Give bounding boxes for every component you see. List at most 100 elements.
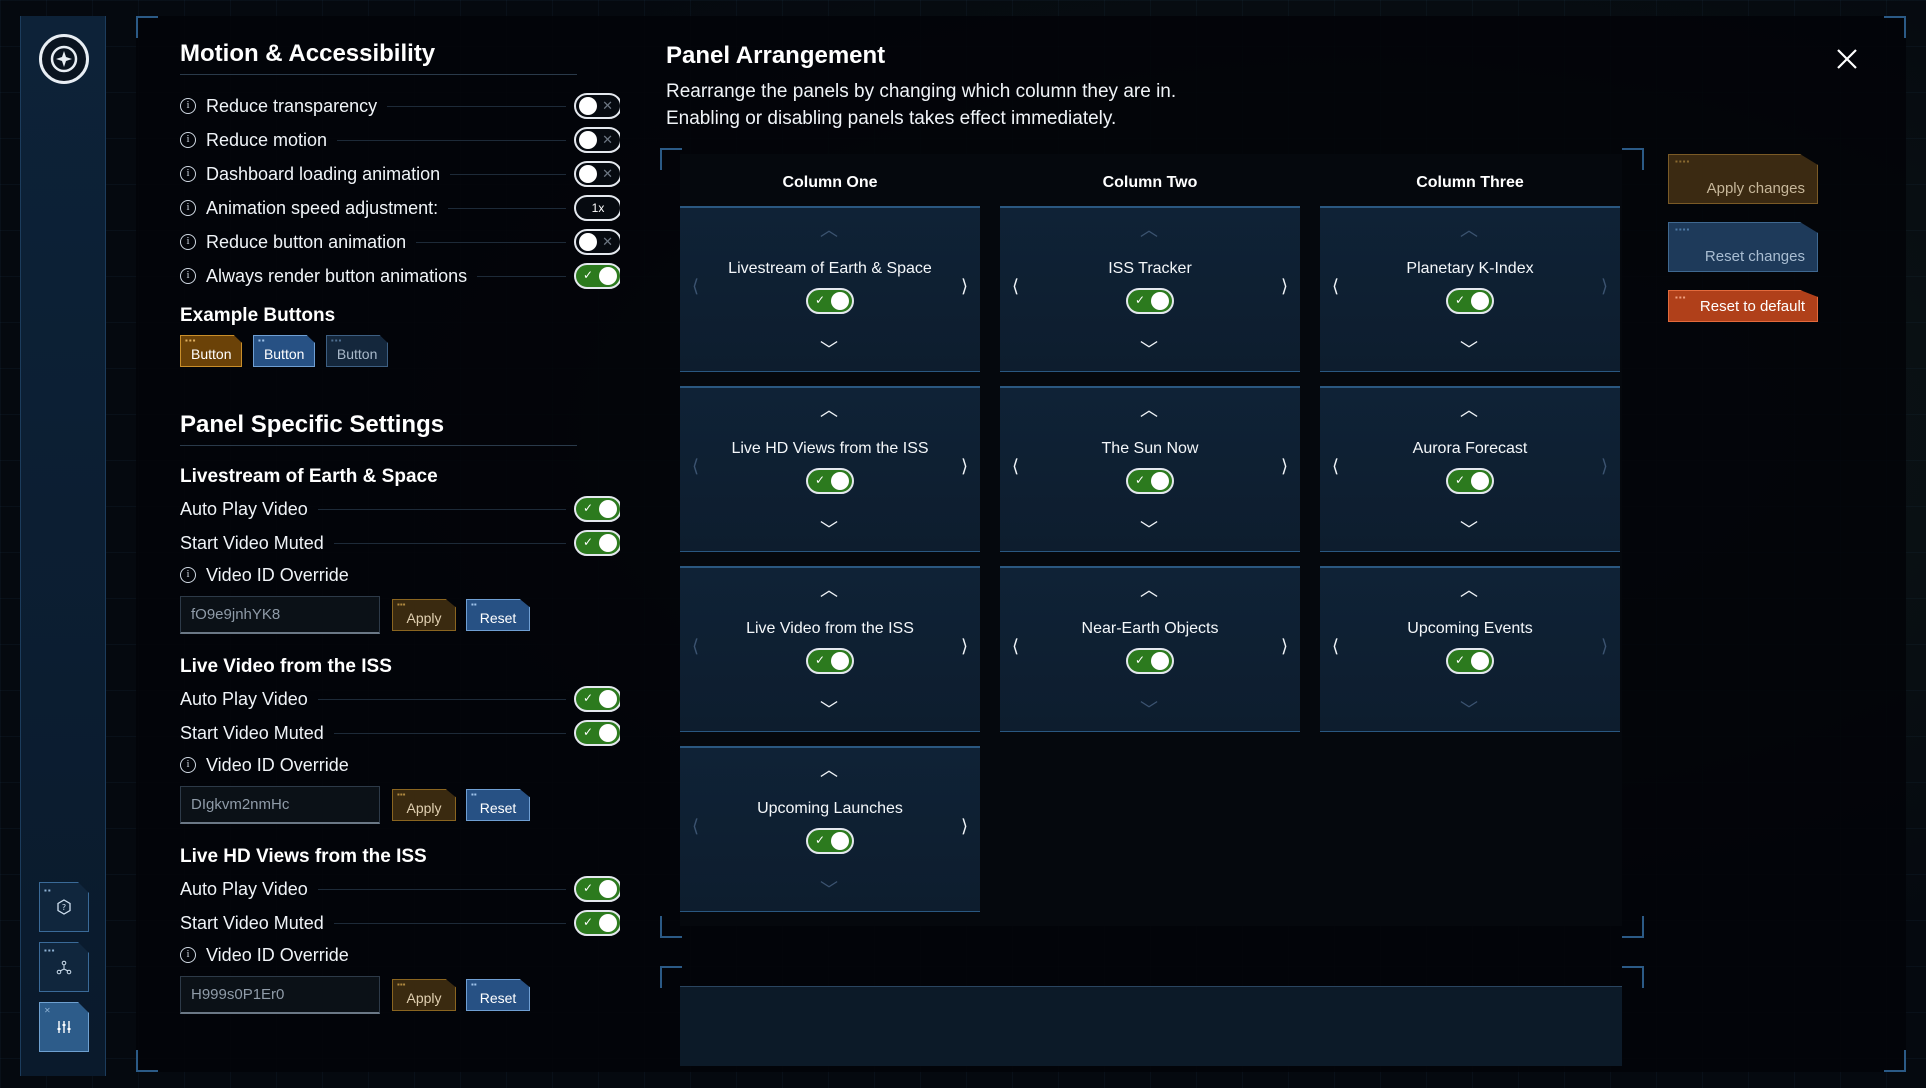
panel-enabled-toggle[interactable]: ✓ xyxy=(806,648,854,674)
panel-card-upcoming-events[interactable]: ︿ ⟨ ⟩ Upcoming Events ✓ ﹀ xyxy=(1320,566,1620,732)
info-icon[interactable]: i xyxy=(180,166,196,182)
info-icon[interactable]: i xyxy=(180,947,196,963)
move-right-icon[interactable]: ⟩ xyxy=(1281,276,1288,297)
network-button[interactable]: ▪▪▪ xyxy=(39,942,89,992)
apply-button[interactable]: ▪▪▪ Apply xyxy=(392,789,456,821)
reset-button[interactable]: ▪▪ Reset xyxy=(466,789,530,821)
info-icon[interactable]: i xyxy=(180,757,196,773)
move-down-icon[interactable]: ﹀ xyxy=(1460,336,1478,362)
panel-card-aurora-forecast[interactable]: ︿ ⟨ ⟩ Aurora Forecast ✓ ﹀ xyxy=(1320,386,1620,552)
move-up-icon[interactable]: ︿ xyxy=(1140,576,1158,602)
panel-enabled-toggle[interactable]: ✓ xyxy=(1126,468,1174,494)
move-right-icon[interactable]: ⟩ xyxy=(961,816,968,837)
panel-card-live-video-iss[interactable]: ︿ ⟨ ⟩ Live Video from the ISS ✓ ﹀ xyxy=(680,566,980,732)
panel-enabled-toggle[interactable]: ✓ xyxy=(1126,648,1174,674)
auto-play-toggle[interactable]: ✓ xyxy=(574,876,620,902)
toggle-knob xyxy=(831,472,849,490)
reset-button[interactable]: ▪▪ Reset xyxy=(466,979,530,1011)
panel-card-planetary-k-index[interactable]: ︿ ⟨ ⟩ Planetary K-Index ✓ ﹀ xyxy=(1320,206,1620,372)
video-id-input[interactable]: DIgkvm2nmHc xyxy=(180,786,380,824)
info-icon[interactable]: i xyxy=(180,132,196,148)
auto-play-toggle[interactable]: ✓ xyxy=(574,496,620,522)
move-left-icon[interactable]: ⟨ xyxy=(1332,276,1339,297)
move-down-icon[interactable]: ﹀ xyxy=(820,516,838,542)
info-icon[interactable]: i xyxy=(180,234,196,250)
dashboard-loading-toggle[interactable]: ✕ xyxy=(574,161,620,187)
start-muted-toggle[interactable]: ✓ xyxy=(574,530,620,556)
start-muted-toggle[interactable]: ✓ xyxy=(574,720,620,746)
panel-enabled-toggle[interactable]: ✓ xyxy=(1446,468,1494,494)
move-down-icon[interactable]: ﹀ xyxy=(820,336,838,362)
app-logo-icon[interactable] xyxy=(39,34,89,84)
move-up-icon[interactable]: ︿ xyxy=(820,396,838,422)
panel-card-iss-tracker[interactable]: ︿ ⟨ ⟩ ISS Tracker ✓ ﹀ xyxy=(1000,206,1300,372)
apply-button[interactable]: ▪▪▪ Apply xyxy=(392,599,456,631)
example-button-secondary[interactable]: ▪▪ Button xyxy=(252,335,316,367)
check-icon: ✓ xyxy=(583,501,594,515)
start-muted-toggle[interactable]: ✓ xyxy=(574,910,620,936)
move-down-icon[interactable]: ﹀ xyxy=(1140,516,1158,542)
move-right-icon[interactable]: ⟩ xyxy=(961,276,968,297)
reduce-motion-toggle[interactable]: ✕ xyxy=(574,127,620,153)
panel-card-livestream-earth[interactable]: ︿ ⟨ ⟩ Livestream of Earth & Space ✓ ﹀ xyxy=(680,206,980,372)
settings-button[interactable]: ✕ xyxy=(39,1002,89,1052)
panel-enabled-toggle[interactable]: ✓ xyxy=(1126,288,1174,314)
move-up-icon[interactable]: ︿ xyxy=(1460,576,1478,602)
reduce-button-animation-toggle[interactable]: ✕ xyxy=(574,229,620,255)
leader-line xyxy=(387,105,566,107)
column-one-header: Column One xyxy=(782,174,878,191)
move-left-icon: ⟨ xyxy=(692,636,700,656)
move-up-icon: ︿ xyxy=(1460,220,1478,240)
move-down-icon[interactable]: ﹀ xyxy=(1460,516,1478,542)
move-right-icon[interactable]: ⟩ xyxy=(961,456,968,477)
reduce-transparency-toggle[interactable]: ✕ xyxy=(574,93,620,119)
close-icon[interactable] xyxy=(1832,44,1862,74)
always-render-animations-toggle[interactable]: ✓ xyxy=(574,263,620,289)
video-id-input[interactable]: fO9e9jnhYK8 xyxy=(180,596,380,634)
move-up-icon[interactable]: ︿ xyxy=(1460,396,1478,422)
info-icon[interactable]: i xyxy=(180,567,196,583)
auto-play-toggle[interactable]: ✓ xyxy=(574,686,620,712)
apply-button[interactable]: ▪▪▪ Apply xyxy=(392,979,456,1011)
move-up-icon[interactable]: ︿ xyxy=(820,576,838,602)
info-icon[interactable]: i xyxy=(180,98,196,114)
move-left-icon[interactable]: ⟨ xyxy=(1012,276,1019,297)
button-label: Button xyxy=(336,346,378,362)
move-right-icon[interactable]: ⟩ xyxy=(1281,456,1288,477)
move-left-icon[interactable]: ⟨ xyxy=(1332,456,1339,477)
cross-icon: ✕ xyxy=(602,98,613,113)
move-left-icon[interactable]: ⟨ xyxy=(1012,456,1019,477)
setting-always-render-animations: i Always render button animations ✓ xyxy=(180,259,620,293)
video-id-input[interactable]: H999s0P1Er0 xyxy=(180,976,380,1014)
reset-button[interactable]: ▪▪ Reset xyxy=(466,599,530,631)
move-left-icon[interactable]: ⟨ xyxy=(1332,636,1339,657)
panel-name: The Sun Now xyxy=(1101,440,1199,457)
info-icon[interactable]: i xyxy=(180,268,196,284)
panel-card-near-earth-objects[interactable]: ︿ ⟨ ⟩ Near-Earth Objects ✓ ﹀ xyxy=(1000,566,1300,732)
animation-speed-button[interactable]: 1x xyxy=(574,195,620,221)
example-button-primary[interactable]: ▪▪▪ Button xyxy=(180,335,243,367)
panel-enabled-toggle[interactable]: ✓ xyxy=(806,468,854,494)
move-right-icon[interactable]: ⟩ xyxy=(1281,636,1288,657)
move-down-icon[interactable]: ﹀ xyxy=(820,696,838,722)
panel-enabled-toggle[interactable]: ✓ xyxy=(806,288,854,314)
panel-settings-title: Panel Specific Settings xyxy=(180,411,577,446)
move-left-icon[interactable]: ⟨ xyxy=(1012,636,1019,657)
panel-card-sun-now[interactable]: ︿ ⟨ ⟩ The Sun Now ✓ ﹀ xyxy=(1000,386,1300,552)
move-right-icon[interactable]: ⟩ xyxy=(961,636,968,657)
info-icon[interactable]: i xyxy=(180,200,196,216)
move-up-icon[interactable]: ︿ xyxy=(1140,396,1158,422)
move-down-icon[interactable]: ﹀ xyxy=(1140,336,1158,362)
panel-enabled-toggle[interactable]: ✓ xyxy=(1446,648,1494,674)
panel-card-upcoming-launches[interactable]: ︿ ⟨ ⟩ Upcoming Launches ✓ ﹀ xyxy=(680,746,980,912)
reset-changes-button[interactable]: ▪▪▪▪ Reset changes xyxy=(1668,222,1818,272)
help-button[interactable]: ▪▪ ? xyxy=(39,882,89,932)
panel-card-live-hd-iss[interactable]: ︿ ⟨ ⟩ Live HD Views from the ISS ✓ ﹀ xyxy=(680,386,980,552)
panel-enabled-toggle[interactable]: ✓ xyxy=(806,828,854,854)
panel-enabled-toggle[interactable]: ✓ xyxy=(1446,288,1494,314)
example-button-disabled[interactable]: ▪▪▪ Button xyxy=(325,335,389,367)
apply-changes-button[interactable]: ▪▪▪▪ Apply changes xyxy=(1668,154,1818,204)
reset-to-default-button[interactable]: ▪▪▪ Reset to default xyxy=(1668,290,1818,322)
column-three-header: Column Three xyxy=(1416,174,1524,191)
move-up-icon[interactable]: ︿ xyxy=(820,756,838,782)
